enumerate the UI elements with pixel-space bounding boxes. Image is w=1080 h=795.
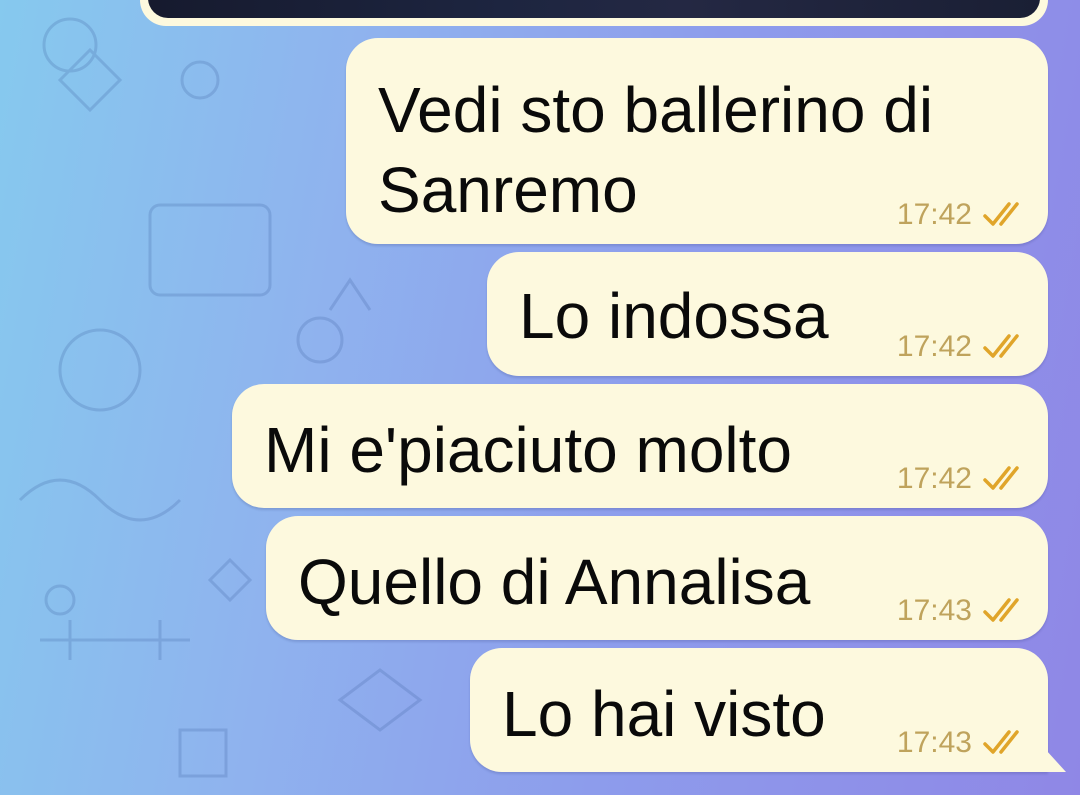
message-text: Lo indossa <box>519 280 829 352</box>
outgoing-message[interactable]: Lo indossa 17:42 <box>487 252 1048 376</box>
outgoing-message[interactable]: Lo hai visto 17:43 <box>470 648 1048 772</box>
message-time: 17:43 <box>896 726 972 759</box>
message-text: Lo hai visto <box>502 678 826 750</box>
double-check-icon <box>982 730 1026 756</box>
message-text: Quello di Annalisa <box>298 546 811 618</box>
message-meta: 17:43 <box>897 596 1026 626</box>
double-check-icon <box>982 466 1026 492</box>
outgoing-message[interactable]: Mi e'piaciuto molto 17:42 <box>232 384 1048 508</box>
message-time: 17:42 <box>896 462 972 495</box>
message-time: 17:43 <box>896 594 972 627</box>
message-time: 17:42 <box>896 198 972 231</box>
video-thumbnail[interactable] <box>148 0 1040 18</box>
double-check-icon <box>982 598 1026 624</box>
double-check-icon <box>982 202 1026 228</box>
message-time: 17:42 <box>896 330 972 363</box>
double-check-icon <box>982 334 1026 360</box>
message-meta: 17:43 <box>897 728 1026 758</box>
media-message-bubble[interactable] <box>140 0 1048 26</box>
message-meta: 17:42 <box>897 464 1026 494</box>
message-text: Mi e'piaciuto molto <box>264 414 792 486</box>
message-meta: 17:42 <box>897 200 1026 230</box>
message-meta: 17:42 <box>897 332 1026 362</box>
outgoing-message[interactable]: Vedi sto ballerino di Sanremo 17:42 <box>346 38 1048 244</box>
outgoing-message[interactable]: Quello di Annalisa 17:43 <box>266 516 1048 640</box>
chat-background: Vedi sto ballerino di Sanremo 17:42 Lo i… <box>0 0 1080 795</box>
